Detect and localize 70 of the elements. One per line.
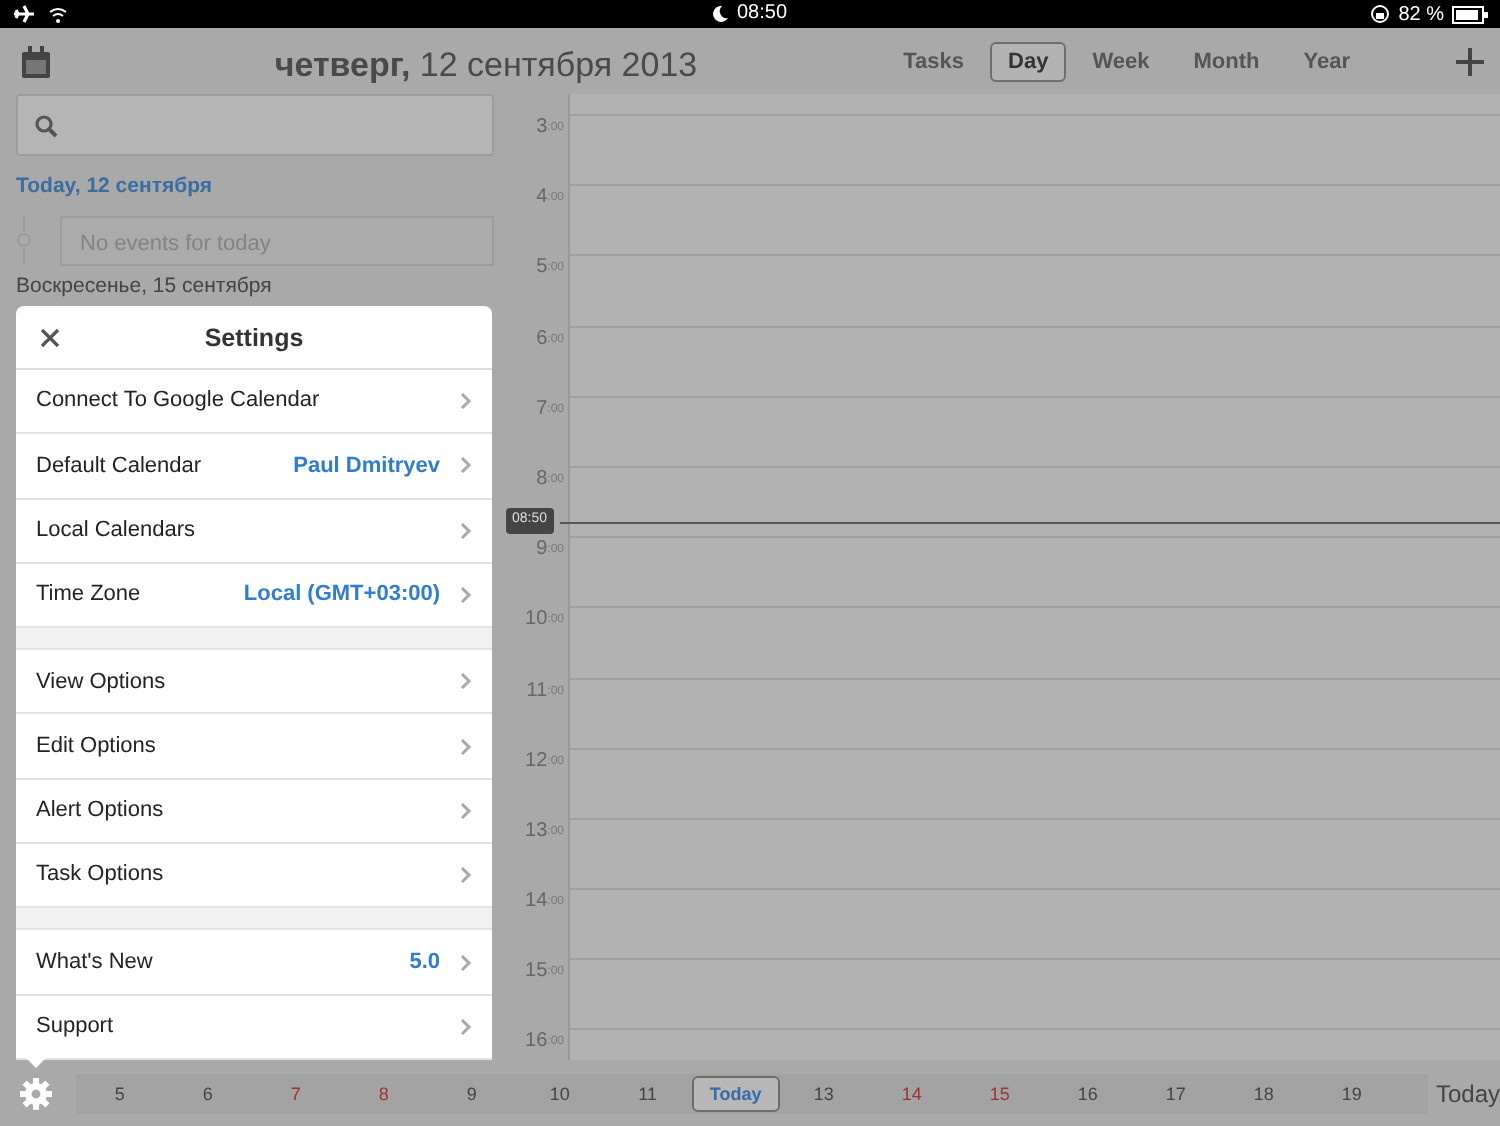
search-icon — [34, 113, 58, 137]
close-icon[interactable] — [40, 328, 60, 348]
date-item[interactable]: 11 — [603, 1075, 692, 1111]
date-item[interactable]: 6 — [163, 1075, 252, 1111]
settings-row[interactable]: Local Calendars — [16, 499, 492, 564]
chevron-icon — [460, 801, 472, 820]
view-tab[interactable]: Day — [990, 41, 1067, 81]
rotation-lock-icon — [1370, 4, 1391, 24]
row-label: Connect To Google Calendar — [36, 386, 320, 417]
date-item[interactable]: Today — [691, 1075, 780, 1111]
chevron-icon — [460, 737, 472, 756]
calendar-icon — [22, 45, 50, 77]
wifi-icon — [48, 5, 68, 23]
moon-icon — [712, 6, 729, 22]
today-button[interactable]: Today — [1435, 1075, 1500, 1111]
settings-row[interactable]: View Options — [16, 650, 492, 715]
date-item[interactable]: 10 — [515, 1075, 604, 1111]
date-item[interactable]: 5 — [75, 1075, 164, 1111]
date-heading: Воскресенье, 15 сентября — [16, 271, 274, 302]
chevron-icon — [460, 866, 472, 885]
settings-row[interactable]: Default Calendar Paul Dmitryev — [16, 434, 492, 500]
date-item[interactable]: 15 — [955, 1075, 1044, 1111]
add-icon[interactable] — [1456, 47, 1484, 75]
popover-title: Settings — [204, 324, 304, 352]
row-label: Support — [36, 1012, 114, 1043]
chevron-icon — [460, 521, 472, 540]
view-tab[interactable]: Week — [1074, 41, 1168, 81]
date-item[interactable]: 19 — [1307, 1075, 1396, 1111]
settings-icon[interactable] — [20, 1077, 52, 1109]
row-label: Default Calendar — [36, 451, 202, 482]
airplane-icon — [12, 4, 36, 24]
date-item[interactable]: 13 — [779, 1075, 868, 1111]
battery-icon — [1452, 5, 1488, 23]
date-item[interactable]: 16 — [1043, 1075, 1132, 1111]
view-tab[interactable]: Month — [1175, 41, 1278, 81]
row-label: Task Options — [36, 860, 164, 891]
row-label: Alert Options — [36, 796, 164, 827]
row-label: Edit Options — [36, 731, 156, 762]
row-label: Time Zone — [36, 580, 141, 611]
status-time: 08:50 — [736, 0, 788, 28]
date-item[interactable]: 9 — [427, 1075, 516, 1111]
settings-row[interactable]: What's New 5.0 — [16, 930, 492, 996]
row-label: Local Calendars — [36, 515, 195, 546]
chevron-icon — [460, 456, 472, 475]
settings-row[interactable]: Connect To Google Calendar — [16, 370, 492, 435]
date-item[interactable]: 7 — [251, 1075, 340, 1111]
row-label: View Options — [36, 667, 166, 698]
date-item[interactable]: 14 — [867, 1075, 956, 1111]
chevron-icon — [460, 1017, 472, 1036]
search-field[interactable] — [16, 94, 494, 156]
day-grid[interactable] — [568, 94, 1500, 1060]
row-value: Local (GMT+03:00) — [243, 580, 440, 611]
view-tab[interactable]: Tasks — [885, 41, 983, 81]
settings-row[interactable]: Support — [16, 995, 492, 1060]
chevron-icon — [460, 392, 472, 411]
row-value: 5.0 — [409, 947, 440, 978]
row-label: What's New — [36, 947, 153, 978]
settings-row[interactable]: Edit Options — [16, 714, 492, 780]
settings-row[interactable]: Alert Options — [16, 779, 492, 845]
date-item[interactable]: 8 — [339, 1075, 428, 1111]
date-item[interactable]: 17 — [1131, 1075, 1220, 1111]
date-title: четверг, 12 сентября 2013 — [272, 44, 700, 88]
chevron-icon — [460, 586, 472, 605]
date-heading: Today, 12 сентября — [16, 172, 214, 202]
chevron-icon — [460, 953, 472, 972]
row-value: Paul Dmitryev — [293, 451, 440, 482]
battery-percent: 82 % — [1398, 1, 1444, 29]
view-tab[interactable]: Year — [1285, 41, 1368, 81]
chevron-icon — [460, 672, 472, 691]
date-item[interactable]: 18 — [1219, 1075, 1308, 1111]
